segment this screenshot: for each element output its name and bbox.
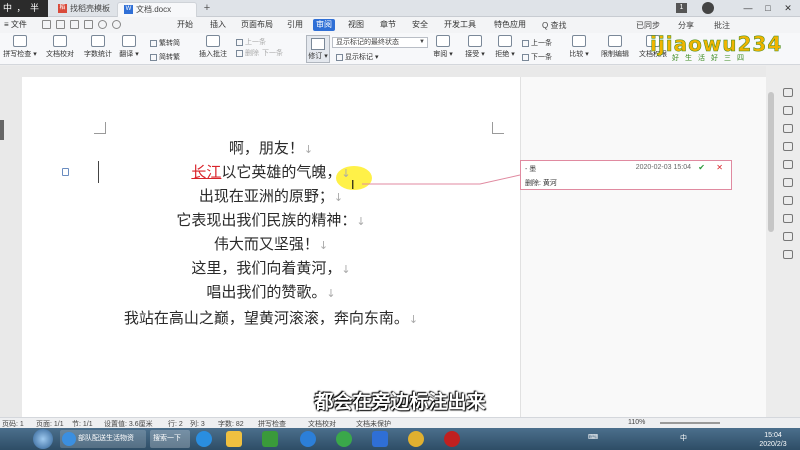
comment-connector (362, 174, 521, 185)
recorder-icon[interactable] (444, 431, 460, 447)
tray-language[interactable]: 中 (680, 433, 687, 443)
comment-body: 删除: 黄河 (525, 180, 557, 187)
vertical-scrollbar[interactable] (768, 92, 774, 232)
nav-icon[interactable] (783, 250, 793, 259)
comment-author: - 墨 (525, 166, 537, 173)
translate-icon[interactable] (783, 178, 793, 187)
wps-writer-window: 中 ， 半 稻找稻壳模板 W 文档.docx + 1 — □ ✕ ≡ 文件 开始 … (0, 0, 800, 450)
keyboard-icon[interactable]: ⌨ (588, 433, 598, 441)
windows-taskbar: 部队配送生活物资 搜索一下 ⌨ 中 (0, 428, 800, 450)
ie-icon (62, 432, 76, 446)
explorer-icon[interactable] (226, 431, 242, 447)
fill-icon[interactable] (783, 142, 793, 151)
backup-icon[interactable] (783, 196, 793, 205)
store-icon[interactable] (262, 431, 278, 447)
taskbar-search[interactable]: 搜索一下 (150, 430, 190, 448)
help-icon[interactable] (783, 232, 793, 241)
status-bar: 页码: 1 页面: 1/1 节: 1/1 设置值: 3.6厘米 行: 2 列: … (0, 417, 800, 428)
start-button[interactable] (33, 429, 53, 449)
right-sidebar (783, 88, 797, 328)
select-icon[interactable] (783, 106, 793, 115)
zoom-slider[interactable] (660, 422, 720, 424)
video-subtitle: 都会在旁边标注出来 (314, 391, 486, 413)
image-icon[interactable] (783, 160, 793, 169)
style-icon[interactable] (783, 88, 793, 97)
reject-icon[interactable]: ✕ (716, 163, 723, 172)
share-icon[interactable] (783, 214, 793, 223)
revision-balloon[interactable]: - 墨 2020-02-03 15:04 ✔ ✕ 删除: 黄河 (520, 160, 732, 190)
wechat-icon[interactable] (336, 431, 352, 447)
accept-icon[interactable]: ✔ (698, 163, 705, 172)
cloud-icon[interactable] (300, 431, 316, 447)
ie-icon[interactable] (196, 431, 212, 447)
comment-time: 2020-02-03 15:04 (635, 164, 691, 171)
taskbar-clock[interactable]: 15:04 2020/2/3 (748, 431, 798, 449)
wps-writer-icon[interactable] (372, 431, 388, 447)
zoom-level[interactable]: 110% (628, 419, 645, 426)
chrome-icon[interactable] (408, 431, 424, 447)
shape-icon[interactable] (783, 124, 793, 133)
